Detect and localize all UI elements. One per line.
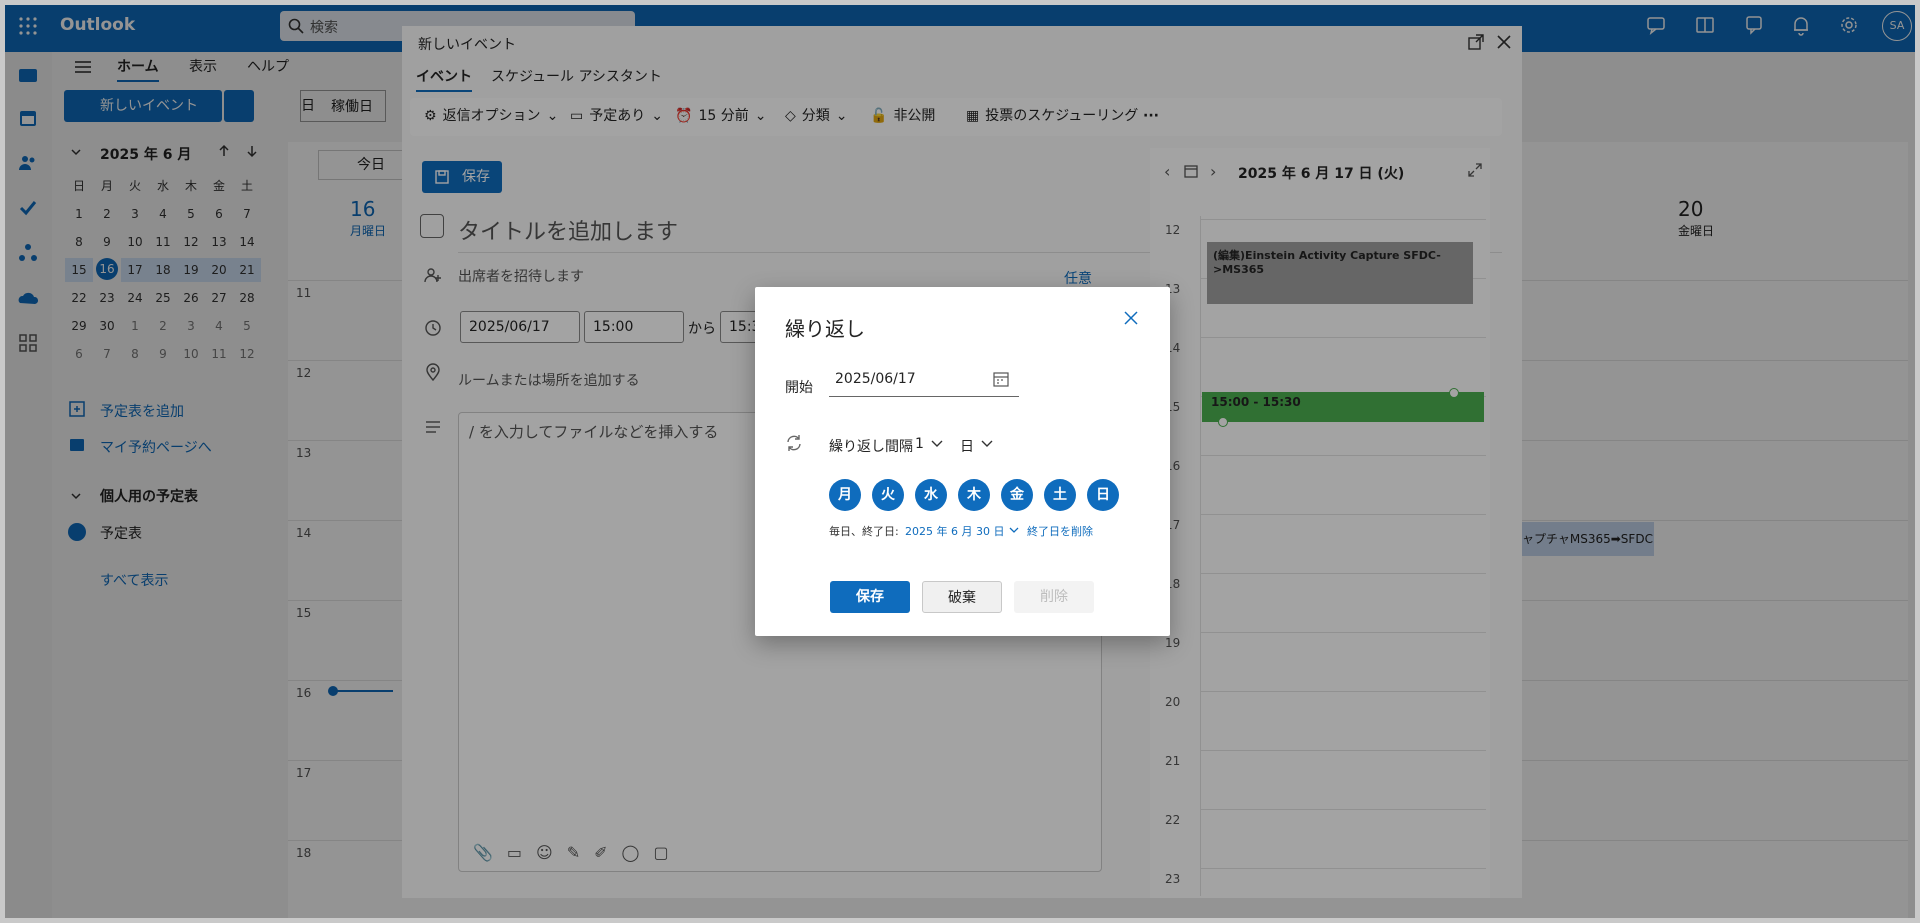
close-icon[interactable]: [1124, 311, 1138, 325]
discard-button[interactable]: 破棄: [922, 581, 1002, 613]
day-toggle-sun[interactable]: 日: [1087, 479, 1119, 511]
chevron-down-icon[interactable]: [1009, 526, 1019, 534]
day-toggle-fri[interactable]: 金: [1001, 479, 1033, 511]
start-date-field[interactable]: 2025/06/17: [829, 363, 1019, 397]
end-date-dropdown[interactable]: 2025 年 6 月 30 日: [905, 523, 1004, 539]
start-date-value: 2025/06/17: [835, 371, 916, 387]
recurrence-dialog: 繰り返し 開始 2025/06/17 繰り返し間隔 1 日 月 火 水 木 金 …: [755, 287, 1170, 636]
day-toggle-tue[interactable]: 火: [872, 479, 904, 511]
interval-label: 繰り返し間隔: [829, 439, 913, 455]
day-toggle-mon[interactable]: 月: [829, 479, 861, 511]
interval-value-dropdown[interactable]: 1: [915, 436, 924, 452]
day-toggle-sat[interactable]: 土: [1044, 479, 1076, 511]
save-button[interactable]: 保存: [830, 581, 910, 613]
repeat-icon: [785, 434, 803, 452]
day-toggle-thu[interactable]: 木: [958, 479, 990, 511]
dialog-title: 繰り返し: [785, 317, 865, 341]
remove-end-date-link[interactable]: 終了日を削除: [1027, 523, 1093, 539]
chevron-down-icon[interactable]: [981, 439, 993, 449]
interval-unit-dropdown[interactable]: 日: [960, 436, 974, 456]
chevron-down-icon[interactable]: [931, 439, 943, 449]
calendar-icon: [993, 371, 1009, 387]
delete-button[interactable]: 削除: [1014, 581, 1094, 613]
day-toggle-wed[interactable]: 水: [915, 479, 947, 511]
start-label: 開始: [785, 380, 813, 396]
recurrence-summary: 毎日、終了日:: [829, 525, 899, 538]
